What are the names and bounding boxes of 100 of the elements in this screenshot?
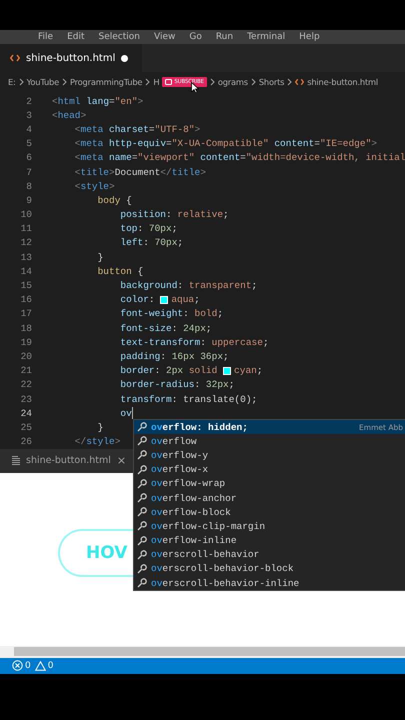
code-token: =: [314, 138, 320, 150]
code-token: style: [86, 436, 115, 448]
chevron-icon: [145, 78, 150, 86]
code-token: <: [74, 124, 80, 135]
code-token: </: [74, 436, 86, 448]
code-token: <: [74, 152, 80, 164]
code-token: =: [148, 124, 155, 135]
code-token: font-weight: [120, 308, 184, 320]
code-token: 32px: [206, 379, 229, 390]
code-token: :: [138, 223, 144, 234]
line-number: 9: [25, 194, 32, 206]
line-number: 16: [20, 294, 32, 306]
breadcrumb-item[interactable]: YouTube: [26, 77, 59, 87]
code-token: ;: [217, 308, 224, 320]
color-swatch[interactable]: [160, 296, 168, 304]
code-token: transparent: [188, 280, 252, 292]
suggestion-item[interactable]: overflow-anchor: [134, 490, 405, 506]
code-token: ;: [228, 379, 234, 390]
code-token: :: [160, 350, 168, 362]
suggestion-item[interactable]: overflow-block: [134, 505, 405, 520]
code-token: =: [132, 152, 138, 164]
code-token: border: [120, 365, 155, 376]
line-number: 13: [20, 252, 32, 263]
warning-icon[interactable]: [34, 660, 46, 671]
code-token: Document: [114, 166, 160, 178]
code-token: title: [80, 166, 110, 178]
tab-label: shine-button.html: [26, 455, 111, 466]
code-token: >: [114, 436, 120, 448]
code-token: title: [172, 166, 200, 178]
breadcrumb-item[interactable]: Shorts: [258, 77, 284, 87]
line-number: 21: [20, 365, 32, 376]
line-number: 2: [25, 96, 32, 107]
code-file-icon: [10, 54, 20, 62]
code-token: ;: [252, 280, 258, 292]
code-token: >: [194, 124, 200, 135]
scrollbar[interactable]: [14, 647, 405, 656]
code-token: "width=device-width, initial: [246, 152, 405, 164]
line-number: 26: [20, 436, 32, 448]
code-token: head: [58, 110, 81, 121]
code-token: transform: [120, 394, 172, 405]
code-token: <: [52, 110, 58, 121]
code-token: "IE=edge": [320, 138, 372, 150]
menu-item[interactable]: Help: [299, 32, 320, 42]
play-icon: [165, 79, 172, 85]
code-token: ;: [252, 394, 258, 405]
error-icon[interactable]: [12, 660, 23, 672]
code-token: <: [74, 138, 80, 150]
breadcrumb-item[interactable]: shine-button.html: [307, 77, 378, 87]
code-token: ;: [223, 209, 229, 220]
code-token: left: [120, 237, 144, 248]
menu-item[interactable]: File: [38, 32, 54, 42]
code-token: <: [74, 166, 80, 178]
code-token: top: [120, 223, 138, 234]
code-token: "UTF-8": [154, 124, 195, 135]
code-token: lang: [85, 96, 110, 107]
code-token: ;: [177, 237, 184, 248]
code-token: ;: [256, 365, 263, 376]
editor-tab[interactable]: shine-button.html: [0, 44, 142, 72]
code-token: ;: [194, 294, 200, 306]
code-token: :: [148, 294, 156, 306]
menu-item[interactable]: Edit: [67, 32, 84, 42]
close-icon[interactable]: ×: [116, 454, 126, 468]
line-number: 4: [25, 124, 32, 135]
line-number: 14: [20, 266, 32, 277]
code-token: <: [52, 96, 58, 107]
code-token: meta: [80, 124, 104, 135]
suggestion-item[interactable]: overscroll-behavior-inline: [134, 576, 405, 590]
code-token: text-transform: [120, 336, 200, 348]
chevron-icon: [62, 78, 67, 86]
menu-item[interactable]: View: [154, 32, 176, 42]
breadcrumb-item[interactable]: E:: [8, 77, 16, 87]
code-token: http-equiv: [108, 138, 166, 150]
code-token: padding: [120, 350, 160, 362]
code-token: position: [120, 209, 166, 220]
menu-item[interactable]: Run: [216, 32, 234, 42]
breadcrumb-item[interactable]: ProgrammingTube: [70, 77, 142, 87]
warning-count[interactable]: 0: [48, 660, 54, 671]
suggestion-item[interactable]: overflow: [134, 434, 405, 448]
code-token: {: [125, 194, 132, 206]
line-number: 11: [20, 223, 32, 234]
code-token: translate(0): [183, 394, 252, 405]
code-token: button: [98, 266, 132, 277]
error-count[interactable]: 0: [25, 660, 31, 671]
code-token: font-size: [120, 322, 172, 334]
code-token: bold: [194, 308, 218, 320]
color-swatch[interactable]: [223, 366, 232, 375]
line-number: 3: [25, 110, 32, 121]
code-token: content: [199, 152, 240, 164]
code-token: background: [120, 280, 178, 292]
code-token: 24px: [183, 322, 206, 334]
line-number: 8: [25, 180, 32, 192]
breadcrumb-item[interactable]: H: [153, 77, 160, 87]
menu-item[interactable]: Terminal: [247, 32, 286, 42]
code-token: border-radius: [120, 379, 195, 390]
code-token: =: [240, 152, 246, 164]
menu-item[interactable]: Go: [189, 32, 202, 42]
suggestion-item[interactable]: overflow-wrap: [134, 476, 405, 491]
menu-item[interactable]: Selection: [98, 32, 140, 42]
file-icon: [12, 456, 20, 466]
breadcrumb-item[interactable]: ograms: [218, 77, 248, 87]
